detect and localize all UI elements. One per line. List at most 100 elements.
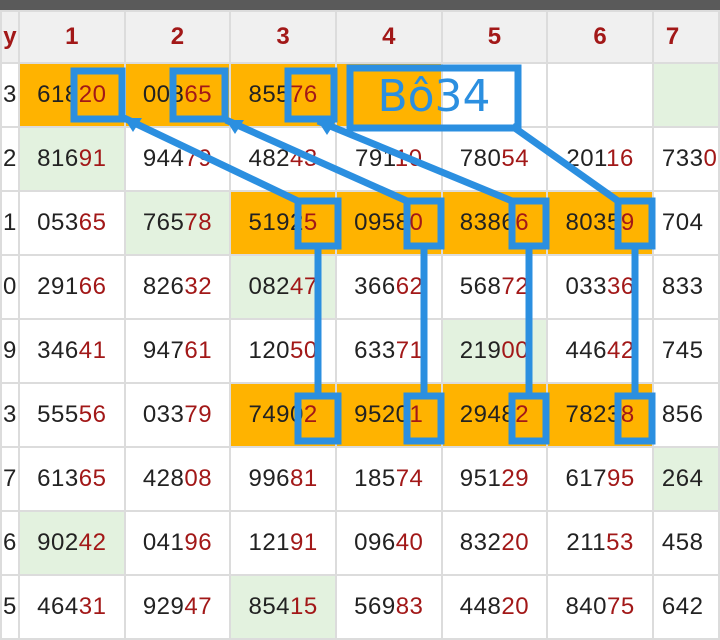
number-tail: 47	[290, 273, 318, 300]
number-head: 765	[142, 209, 185, 236]
result-cell: 78238	[546, 382, 654, 448]
number-tail: 20	[501, 529, 530, 556]
number-tail: 79	[184, 145, 213, 172]
table-row: 3 55556 03379 74902 95201 29482 78238 856	[0, 382, 720, 448]
number-head: 840	[565, 593, 607, 620]
result-cell: 81691	[17, 126, 126, 192]
number-tail: 72	[501, 273, 530, 300]
result-cell: 458	[651, 510, 720, 576]
number-tail: 0	[703, 145, 718, 172]
result-cell: 94479	[123, 126, 232, 192]
number-tail: 79	[184, 401, 213, 428]
number-head: 996	[248, 465, 291, 492]
number-head: 201	[566, 145, 607, 172]
day-label: 1	[0, 190, 20, 256]
result-cell: 95129	[440, 446, 549, 512]
result-cell: 85576	[229, 62, 337, 128]
number-head: 053	[37, 209, 79, 236]
day-label: 6	[0, 510, 20, 576]
table-row: 2 81691 94479 48243 79110 78054 20116 7330	[0, 126, 720, 192]
result-cell: 44820	[440, 574, 549, 640]
number-tail: 81	[290, 465, 318, 492]
day-label: 0	[0, 254, 20, 320]
result-cell: 92947	[123, 574, 232, 640]
number-head: 951	[459, 465, 502, 492]
table-row: 0 29166 82632 08247 36662 56872 03336 833	[0, 254, 720, 320]
number-head: 833	[661, 273, 704, 300]
number-tail: 8	[620, 401, 635, 428]
number-head: 482	[248, 145, 291, 172]
number-head: 446	[565, 337, 607, 364]
result-cell: 34641	[17, 318, 126, 384]
result-cell: 12050	[229, 318, 337, 384]
day-header: y	[0, 10, 20, 64]
top-bar	[0, 0, 720, 10]
number-tail: 20	[501, 593, 530, 620]
number-head: 568	[459, 273, 502, 300]
number-tail: 76	[290, 81, 318, 108]
number-head: 033	[565, 273, 607, 300]
result-cell: 56983	[334, 574, 443, 640]
number-head: 008	[142, 81, 185, 108]
number-tail: 56	[78, 401, 107, 428]
number-head: 096	[354, 529, 396, 556]
number-tail: 53	[606, 529, 634, 556]
result-cell: 03336	[546, 254, 654, 320]
number-tail: 50	[290, 337, 318, 364]
number-head: 033	[142, 401, 185, 428]
number-tail: 91	[290, 529, 318, 556]
number-head: 944	[142, 145, 185, 172]
result-cell: 44642	[546, 318, 654, 384]
number-head: 366	[354, 273, 396, 300]
number-head: 082	[248, 273, 291, 300]
day-label: 5	[0, 574, 20, 640]
number-head: 745	[661, 337, 704, 364]
result-cell: 856	[651, 382, 720, 448]
number-tail: 5	[303, 209, 318, 236]
number-tail: 15	[290, 593, 318, 620]
number-tail: 2	[303, 401, 318, 428]
result-cell: 04196	[123, 510, 232, 576]
number-head: 856	[661, 401, 704, 428]
result-cell: 56872	[440, 254, 549, 320]
number-head: 346	[37, 337, 79, 364]
result-cell: 18574	[334, 446, 443, 512]
number-tail: 42	[78, 529, 107, 556]
number-head: 832	[459, 529, 502, 556]
number-head: 855	[248, 81, 291, 108]
result-cell: 29482	[440, 382, 549, 448]
number-head: 8386	[459, 209, 516, 236]
result-cell: 08247	[229, 254, 337, 320]
result-cell: 76578	[123, 190, 232, 256]
number-tail: 31	[78, 593, 107, 620]
number-tail: 95	[607, 465, 635, 492]
number-tail: 20	[78, 81, 107, 108]
column-header: 4	[334, 10, 443, 64]
result-cell: 745	[651, 318, 720, 384]
number-head: 264	[661, 465, 704, 492]
result-cell: 7330	[651, 126, 720, 192]
result-cell: 09640	[334, 510, 443, 576]
header-row: y 1 2 3 4 5 6 7	[0, 10, 720, 64]
result-cell: 74902	[229, 382, 337, 448]
number-head: 733	[661, 145, 704, 172]
result-cell: 09580	[334, 190, 443, 256]
number-head: 613	[37, 465, 79, 492]
number-tail: 65	[184, 81, 213, 108]
column-header: 2	[123, 10, 232, 64]
result-cell: 95201	[334, 382, 443, 448]
number-tail: 41	[78, 337, 107, 364]
number-tail: 91	[78, 145, 107, 172]
number-tail: 66	[78, 273, 107, 300]
result-cell: 82632	[123, 254, 232, 320]
number-tail: 96	[184, 529, 213, 556]
number-tail: 00	[501, 337, 530, 364]
table-row: 6 90242 04196 12191 09640 83220 21153 458	[0, 510, 720, 576]
number-tail: 40	[395, 529, 424, 556]
number-head: 219	[459, 337, 502, 364]
result-cell: 90242	[17, 510, 126, 576]
number-head: 2948	[459, 401, 516, 428]
day-label: 2	[0, 126, 20, 192]
number-head: 618	[37, 81, 79, 108]
result-cell: 36662	[334, 254, 443, 320]
